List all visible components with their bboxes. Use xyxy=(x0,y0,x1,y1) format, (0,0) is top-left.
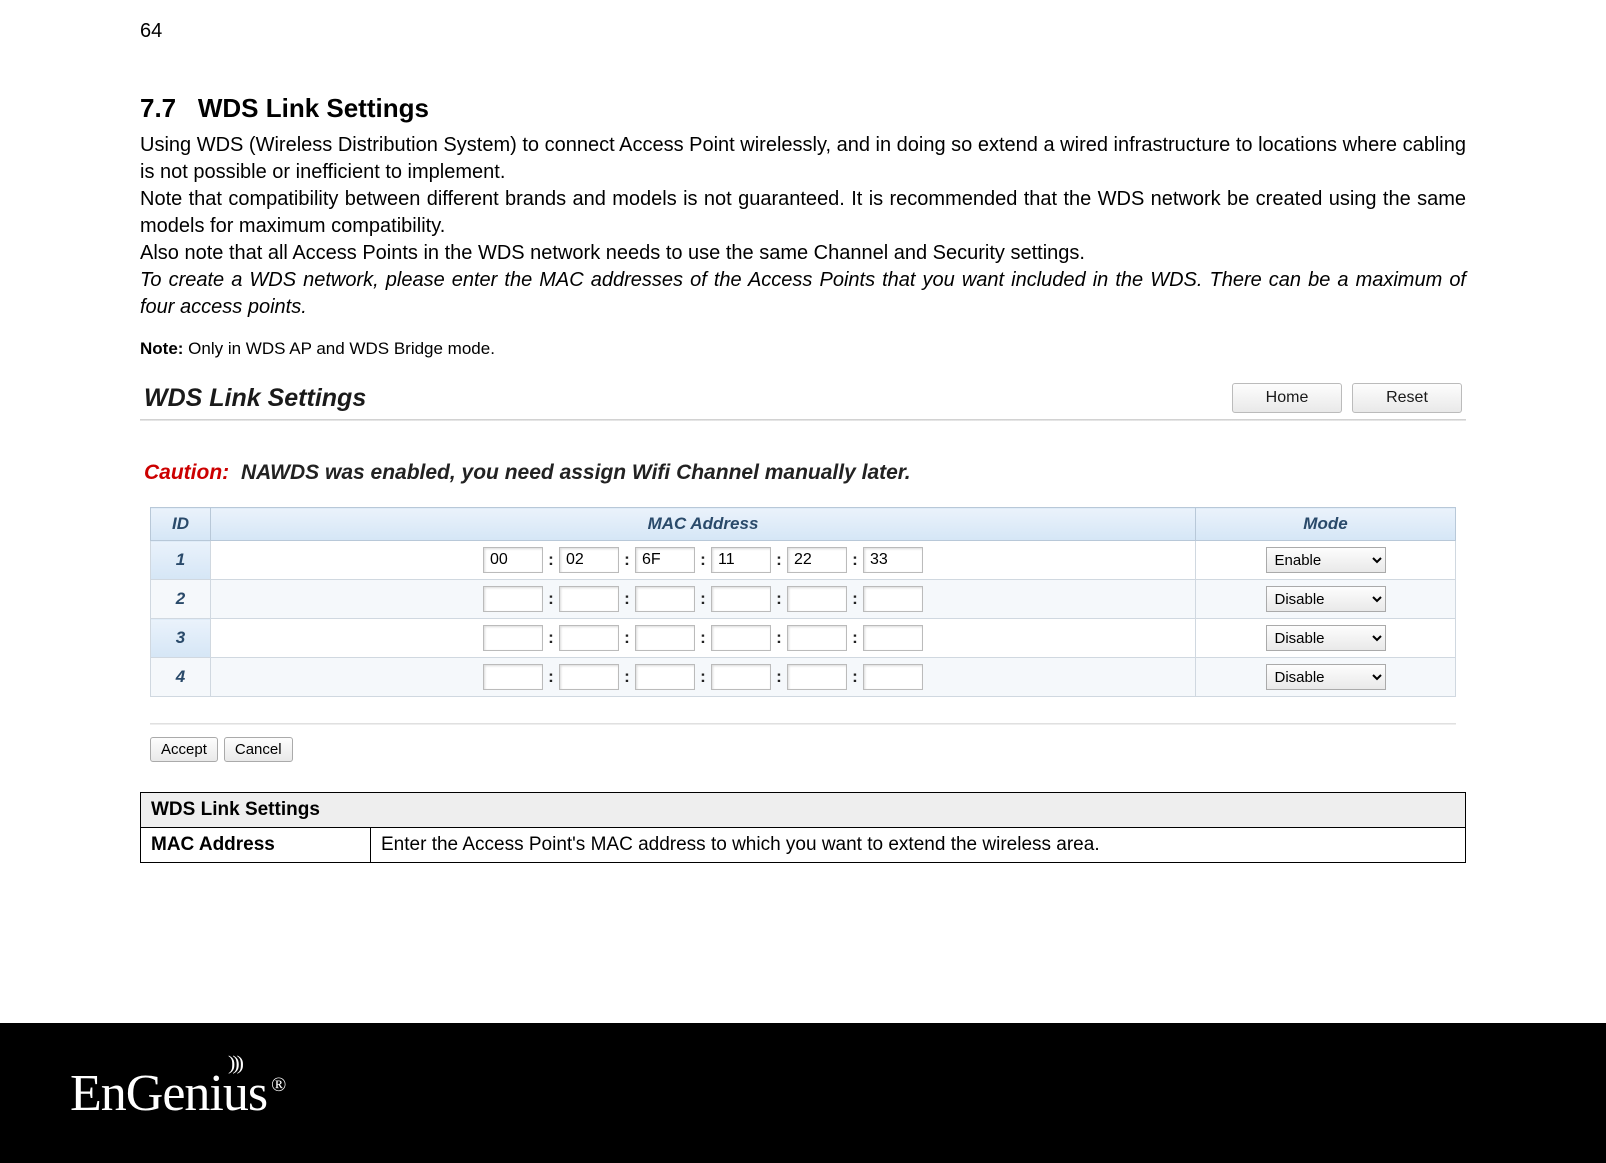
mode-select[interactable]: Enable xyxy=(1266,547,1386,573)
mac-octet-input[interactable] xyxy=(787,664,847,690)
def-header: WDS Link Settings xyxy=(141,793,1466,828)
paragraph: Note that compatibility between differen… xyxy=(140,186,1466,240)
mac-octet-input[interactable] xyxy=(635,664,695,690)
table-row: 3 : : : : : Disable xyxy=(151,619,1456,658)
footer: ))) EnGenius® xyxy=(0,1023,1606,1163)
table-row: 1 : : : : : Enable xyxy=(151,541,1456,580)
paragraph: Also note that all Access Points in the … xyxy=(140,240,1466,267)
mac-octet-input[interactable] xyxy=(711,547,771,573)
mac-octet-input[interactable] xyxy=(863,547,923,573)
mac-octet-input[interactable] xyxy=(635,547,695,573)
paragraph: Using WDS (Wireless Distribution System)… xyxy=(140,132,1466,186)
colon: : xyxy=(775,589,783,609)
colon: : xyxy=(623,628,631,648)
mac-octet-input[interactable] xyxy=(863,586,923,612)
caution-text: NAWDS was enabled, you need assign Wifi … xyxy=(241,461,911,484)
wds-table: ID MAC Address Mode 1 : : : : xyxy=(150,507,1456,697)
table-row: 2 : : : : : Disable xyxy=(151,580,1456,619)
table-row: 4 : : : : : Disable xyxy=(151,658,1456,697)
caution-label: Caution: xyxy=(144,461,229,484)
mac-octet-input[interactable] xyxy=(711,664,771,690)
section-heading: 7.7 WDS Link Settings xyxy=(140,93,1466,124)
row-id: 2 xyxy=(151,580,211,619)
colon: : xyxy=(775,550,783,570)
mac-octet-input[interactable] xyxy=(787,625,847,651)
def-label: MAC Address xyxy=(141,828,371,863)
colon: : xyxy=(699,628,707,648)
mac-octet-input[interactable] xyxy=(559,547,619,573)
mac-octet-input[interactable] xyxy=(483,547,543,573)
colon: : xyxy=(851,589,859,609)
colon: : xyxy=(851,628,859,648)
panel-title: WDS Link Settings xyxy=(144,384,366,413)
caution-banner: Caution: NAWDS was enabled, you need ass… xyxy=(144,461,1462,485)
mode-select[interactable]: Disable xyxy=(1266,664,1386,690)
mode-select[interactable]: Disable xyxy=(1266,586,1386,612)
note-line: Note: Only in WDS AP and WDS Bridge mode… xyxy=(140,339,1466,359)
mac-octet-input[interactable] xyxy=(787,547,847,573)
home-button[interactable]: Home xyxy=(1232,383,1342,413)
section-number: 7.7 xyxy=(140,93,176,123)
note-label: Note: xyxy=(140,339,183,358)
mac-octet-input[interactable] xyxy=(559,586,619,612)
row-id: 4 xyxy=(151,658,211,697)
def-text: Enter the Access Point's MAC address to … xyxy=(371,828,1466,863)
colon: : xyxy=(699,667,707,687)
divider xyxy=(140,419,1466,421)
cancel-button[interactable]: Cancel xyxy=(224,737,293,762)
colon: : xyxy=(623,667,631,687)
colon: : xyxy=(775,628,783,648)
mac-octet-input[interactable] xyxy=(863,625,923,651)
row-id: 3 xyxy=(151,619,211,658)
colon: : xyxy=(775,667,783,687)
wds-settings-panel: WDS Link Settings Home Reset Caution: NA… xyxy=(140,377,1466,772)
definition-table: WDS Link Settings MAC Address Enter the … xyxy=(140,792,1466,863)
signal-icon: ))) xyxy=(228,1051,241,1074)
colon: : xyxy=(851,550,859,570)
mac-octet-input[interactable] xyxy=(711,625,771,651)
col-id-header: ID xyxy=(151,508,211,541)
mode-select[interactable]: Disable xyxy=(1266,625,1386,651)
colon: : xyxy=(547,667,555,687)
colon: : xyxy=(623,550,631,570)
colon: : xyxy=(547,589,555,609)
divider xyxy=(150,723,1456,725)
mac-octet-input[interactable] xyxy=(787,586,847,612)
brand-logo: ))) EnGenius® xyxy=(70,1064,285,1123)
mac-octet-input[interactable] xyxy=(711,586,771,612)
colon: : xyxy=(699,550,707,570)
mac-octet-input[interactable] xyxy=(483,625,543,651)
mac-octet-input[interactable] xyxy=(483,586,543,612)
reset-button[interactable]: Reset xyxy=(1352,383,1462,413)
accept-button[interactable]: Accept xyxy=(150,737,218,762)
mac-octet-input[interactable] xyxy=(863,664,923,690)
row-id: 1 xyxy=(151,541,211,580)
registered-icon: ® xyxy=(271,1074,285,1096)
mac-octet-input[interactable] xyxy=(483,664,543,690)
mac-octet-input[interactable] xyxy=(635,586,695,612)
col-mode-header: Mode xyxy=(1196,508,1456,541)
colon: : xyxy=(547,550,555,570)
mac-octet-input[interactable] xyxy=(559,664,619,690)
mac-octet-input[interactable] xyxy=(635,625,695,651)
colon: : xyxy=(623,589,631,609)
col-mac-header: MAC Address xyxy=(211,508,1196,541)
paragraph-italic: To create a WDS network, please enter th… xyxy=(140,267,1466,321)
note-text: Only in WDS AP and WDS Bridge mode. xyxy=(183,339,494,358)
colon: : xyxy=(699,589,707,609)
colon: : xyxy=(851,667,859,687)
colon: : xyxy=(547,628,555,648)
mac-octet-input[interactable] xyxy=(559,625,619,651)
page-number: 64 xyxy=(140,20,1466,43)
section-title-text: WDS Link Settings xyxy=(198,93,429,123)
